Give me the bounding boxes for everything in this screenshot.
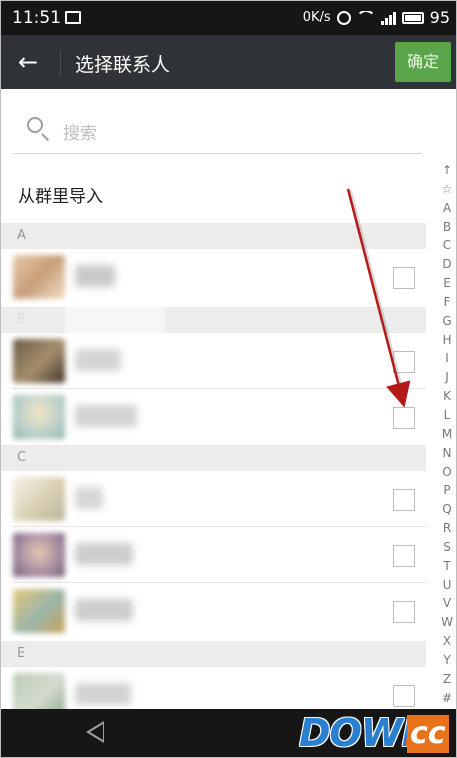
contact-checkbox[interactable] — [393, 351, 415, 373]
contact-checkbox[interactable] — [393, 407, 415, 429]
contact-name-blurred — [75, 543, 133, 565]
contact-row[interactable] — [1, 471, 426, 527]
index-letter[interactable]: E — [437, 274, 456, 293]
contact-name-blurred — [75, 683, 131, 705]
wifi-icon — [356, 10, 375, 25]
contact-avatar — [13, 395, 65, 439]
contact-avatar — [13, 255, 65, 299]
image-notification-icon — [65, 11, 81, 24]
status-time: 11:51 — [12, 8, 61, 28]
index-letter[interactable]: U — [437, 576, 456, 595]
blur-overlay — [65, 297, 165, 337]
contact-checkbox[interactable] — [393, 545, 415, 567]
contact-row[interactable] — [1, 333, 426, 389]
section-letter: A — [17, 228, 26, 243]
contact-checkbox[interactable] — [393, 489, 415, 511]
index-letter[interactable]: M — [437, 425, 456, 444]
back-arrow-icon[interactable]: ← — [18, 48, 38, 76]
index-letter[interactable]: S — [437, 538, 456, 557]
section-letter: B — [17, 312, 26, 327]
down-cc-watermark: DOWN cc — [299, 709, 454, 757]
watermark-suffix: cc — [407, 715, 449, 753]
contact-name-blurred — [75, 405, 137, 427]
alphabet-index[interactable]: ↑ ☆ A B C D E F G H I J K L M N O P Q R S T U V W X Y Z # — [437, 161, 456, 708]
page-title: 选择联系人 — [75, 54, 171, 76]
index-letter[interactable]: W — [437, 613, 456, 632]
index-letter[interactable]: O — [437, 463, 456, 482]
index-letter[interactable]: A — [437, 199, 456, 218]
contact-avatar — [13, 533, 65, 577]
index-letter[interactable]: X — [437, 632, 456, 651]
contact-name-blurred — [75, 487, 103, 509]
import-from-group-row[interactable]: 从群里导入 — [1, 161, 426, 223]
index-letter[interactable]: F — [437, 293, 456, 312]
index-letter[interactable]: J — [437, 368, 456, 387]
index-letter[interactable]: I — [437, 349, 456, 368]
index-letter[interactable]: D — [437, 255, 456, 274]
index-letter[interactable]: # — [437, 689, 456, 708]
contact-row[interactable] — [1, 583, 426, 639]
index-letter[interactable]: G — [437, 312, 456, 331]
index-letter[interactable]: L — [437, 406, 456, 425]
index-letter[interactable]: ☆ — [437, 180, 456, 199]
search-bar[interactable]: 搜索 — [13, 105, 422, 154]
index-letter[interactable]: V — [437, 594, 456, 613]
app-frame: 11:51 0K/s 95 ← 选择联系人 确定 搜索 从群里导入 A B C … — [0, 0, 457, 758]
contact-name-blurred — [75, 265, 115, 287]
contact-row[interactable] — [1, 389, 426, 445]
index-letter[interactable]: K — [437, 387, 456, 406]
confirm-button[interactable]: 确定 — [395, 42, 451, 82]
index-letter[interactable]: P — [437, 481, 456, 500]
index-letter[interactable]: C — [437, 236, 456, 255]
search-icon — [27, 117, 43, 133]
signal-icon — [380, 11, 396, 25]
index-letter[interactable]: B — [437, 218, 456, 237]
contact-avatar — [13, 339, 65, 383]
section-header-a: A — [1, 223, 426, 249]
contact-checkbox[interactable] — [393, 267, 415, 289]
index-letter[interactable]: R — [437, 519, 456, 538]
contact-name-blurred — [75, 599, 133, 621]
search-placeholder: 搜索 — [63, 124, 97, 144]
network-speed: 0K/s — [302, 10, 331, 25]
section-header-e: E — [1, 641, 426, 667]
title-divider — [60, 50, 61, 76]
section-letter: E — [17, 646, 26, 661]
index-letter[interactable]: Z — [437, 670, 456, 689]
section-letter: C — [17, 450, 27, 465]
contact-checkbox[interactable] — [393, 685, 415, 707]
alarm-icon — [336, 10, 351, 25]
index-letter[interactable]: Y — [437, 651, 456, 670]
nav-back-icon[interactable] — [86, 721, 104, 743]
contact-checkbox[interactable] — [393, 601, 415, 623]
contact-avatar — [13, 477, 65, 521]
title-bar: ← 选择联系人 确定 — [1, 35, 456, 89]
battery-icon — [401, 11, 424, 24]
index-letter[interactable]: ↑ — [437, 161, 456, 180]
import-from-group-label: 从群里导入 — [18, 187, 103, 207]
section-header-c: C — [1, 445, 426, 471]
contact-row[interactable] — [1, 527, 426, 583]
contact-avatar — [13, 589, 65, 633]
contact-name-blurred — [75, 349, 121, 371]
index-letter[interactable]: Q — [437, 500, 456, 519]
index-letter[interactable]: H — [437, 331, 456, 350]
index-letter[interactable]: N — [437, 444, 456, 463]
battery-level: 95 — [429, 8, 450, 27]
status-bar: 11:51 0K/s 95 — [1, 1, 456, 35]
index-letter[interactable]: T — [437, 557, 456, 576]
status-right: 0K/s 95 — [303, 8, 450, 27]
